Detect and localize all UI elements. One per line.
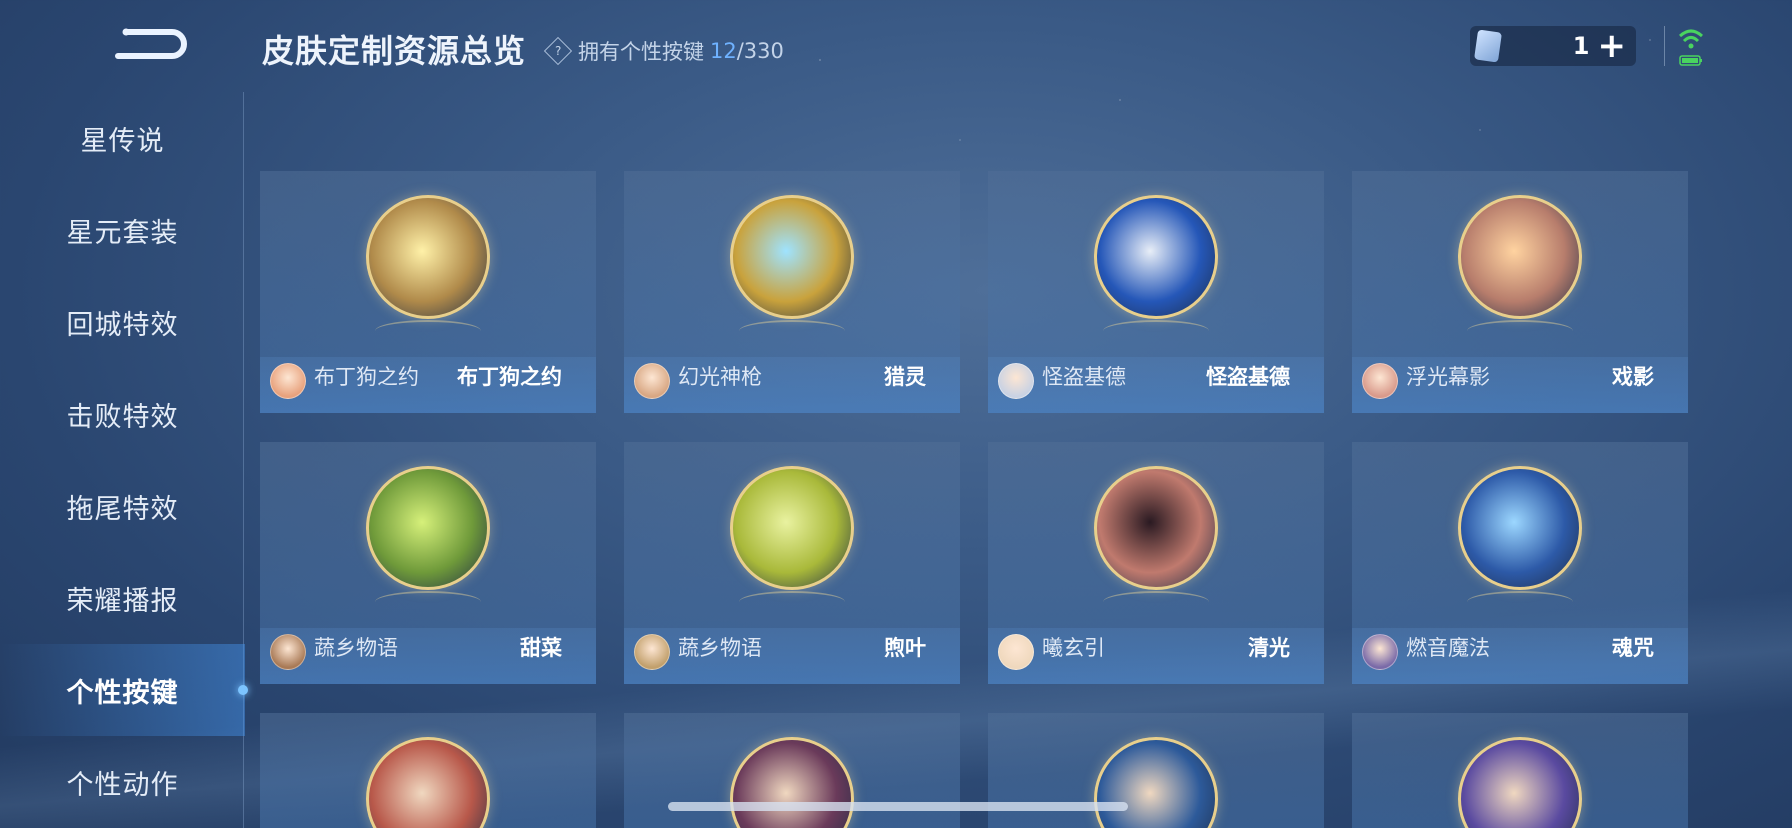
- nav-item-glory-broadcast[interactable]: 荣耀播报: [0, 552, 245, 644]
- nav-item-trail-effect[interactable]: 拖尾特效: [0, 460, 245, 552]
- sidebar: 星传说 星元套装 回城特效 击败特效 拖尾特效 荣耀播报 个性按键 个性动作: [0, 0, 248, 828]
- button-emblem-icon: [366, 195, 490, 322]
- button-emblem-icon: [1458, 466, 1582, 593]
- button-name: 怪盗基德: [1206, 365, 1290, 389]
- currency-value: 1: [1572, 32, 1590, 60]
- button-emblem-icon: [730, 195, 854, 322]
- hero-avatar: [270, 363, 306, 399]
- owned-label: 拥有个性按键: [578, 40, 704, 64]
- card-ticket-icon: [1474, 29, 1502, 63]
- nav-item-label: 拖尾特效: [66, 493, 179, 525]
- nav-item-label: 击败特效: [66, 401, 179, 433]
- button-card[interactable]: 布丁狗之约 布丁狗之约: [260, 171, 596, 413]
- nav-item-custom-actions[interactable]: 个性动作: [0, 736, 245, 828]
- page-title: 皮肤定制资源总览: [262, 32, 527, 70]
- skin-name: 蔬乡物语: [314, 636, 398, 660]
- status-separator: [1664, 26, 1665, 66]
- button-emblem-icon: [1094, 466, 1218, 593]
- button-emblem-icon: [366, 466, 490, 593]
- button-name: 猎灵: [884, 365, 926, 389]
- button-card[interactable]: 蔬乡物语 甜菜: [260, 442, 596, 684]
- nav-item-kill-effect[interactable]: 击败特效: [0, 368, 245, 460]
- button-card[interactable]: 曦玄引 清光: [988, 442, 1324, 684]
- skin-name: 幻光神枪: [678, 365, 762, 389]
- button-card[interactable]: 幻光神枪 猎灵: [624, 171, 960, 413]
- skin-name: 布丁狗之约: [314, 365, 419, 389]
- nav-item-recall-effect[interactable]: 回城特效: [0, 276, 245, 368]
- hero-avatar: [998, 634, 1034, 670]
- help-icon[interactable]: ?: [543, 36, 573, 66]
- category-nav: 星传说 星元套装 回城特效 击败特效 拖尾特效 荣耀播报 个性按键 个性动作: [0, 92, 248, 828]
- nav-item-label: 星传说: [80, 125, 165, 157]
- owned-counter: ? 拥有个性按键 12/330: [543, 36, 784, 66]
- nav-item-label: 个性动作: [66, 769, 179, 801]
- skin-name: 曦玄引: [1042, 636, 1105, 660]
- skin-name: 怪盗基德: [1042, 365, 1126, 389]
- button-card[interactable]: 怪盗基德 怪盗基德: [988, 171, 1324, 413]
- button-emblem-icon: [1458, 195, 1582, 322]
- nav-item-label: 星元套装: [66, 217, 179, 249]
- button-card[interactable]: 浮光幕影 戏影: [1352, 171, 1688, 413]
- currency-box: 1 +: [1470, 26, 1636, 66]
- nav-item-label: 个性按键: [66, 677, 179, 709]
- button-name: 甜菜: [520, 636, 562, 660]
- button-card[interactable]: 燃音魔法 魂咒: [1352, 442, 1688, 684]
- button-emblem-icon: [366, 737, 490, 828]
- hero-avatar: [1362, 634, 1398, 670]
- wifi-battery-icon: [1678, 29, 1704, 66]
- nav-item-label: 荣耀播报: [66, 585, 179, 617]
- button-name: 戏影: [1612, 365, 1654, 389]
- button-name: 清光: [1248, 636, 1290, 660]
- nav-item-custom-buttons[interactable]: 个性按键: [0, 644, 248, 736]
- add-currency-button[interactable]: +: [1598, 29, 1627, 63]
- hero-avatar: [1362, 363, 1398, 399]
- home-indicator[interactable]: [668, 802, 1128, 811]
- button-emblem-icon: [730, 466, 854, 593]
- skin-name: 蔬乡物语: [678, 636, 762, 660]
- button-emblem-icon: [1094, 737, 1218, 828]
- button-emblem-icon: [730, 737, 854, 828]
- button-card-peek[interactable]: [260, 713, 596, 828]
- button-name: 布丁狗之约: [457, 365, 562, 389]
- hero-avatar: [634, 634, 670, 670]
- nav-item-star-suit[interactable]: 星元套装: [0, 184, 245, 276]
- hero-avatar: [634, 363, 670, 399]
- skin-name: 浮光幕影: [1406, 365, 1490, 389]
- button-emblem-icon: [1094, 195, 1218, 322]
- button-emblem-icon: [1458, 737, 1582, 828]
- button-name: 魂咒: [1612, 636, 1654, 660]
- skin-name: 燃音魔法: [1406, 636, 1490, 660]
- hero-avatar: [998, 363, 1034, 399]
- back-arrow-icon[interactable]: [112, 22, 192, 66]
- owned-count: 12: [710, 39, 737, 63]
- button-card[interactable]: 蔬乡物语 煦叶: [624, 442, 960, 684]
- owned-total: /330: [736, 39, 784, 63]
- button-name: 煦叶: [884, 636, 926, 660]
- nav-item-star-legend[interactable]: 星传说: [0, 92, 245, 184]
- button-card-peek[interactable]: [1352, 713, 1688, 828]
- nav-item-label: 回城特效: [66, 309, 179, 341]
- hero-avatar: [270, 634, 306, 670]
